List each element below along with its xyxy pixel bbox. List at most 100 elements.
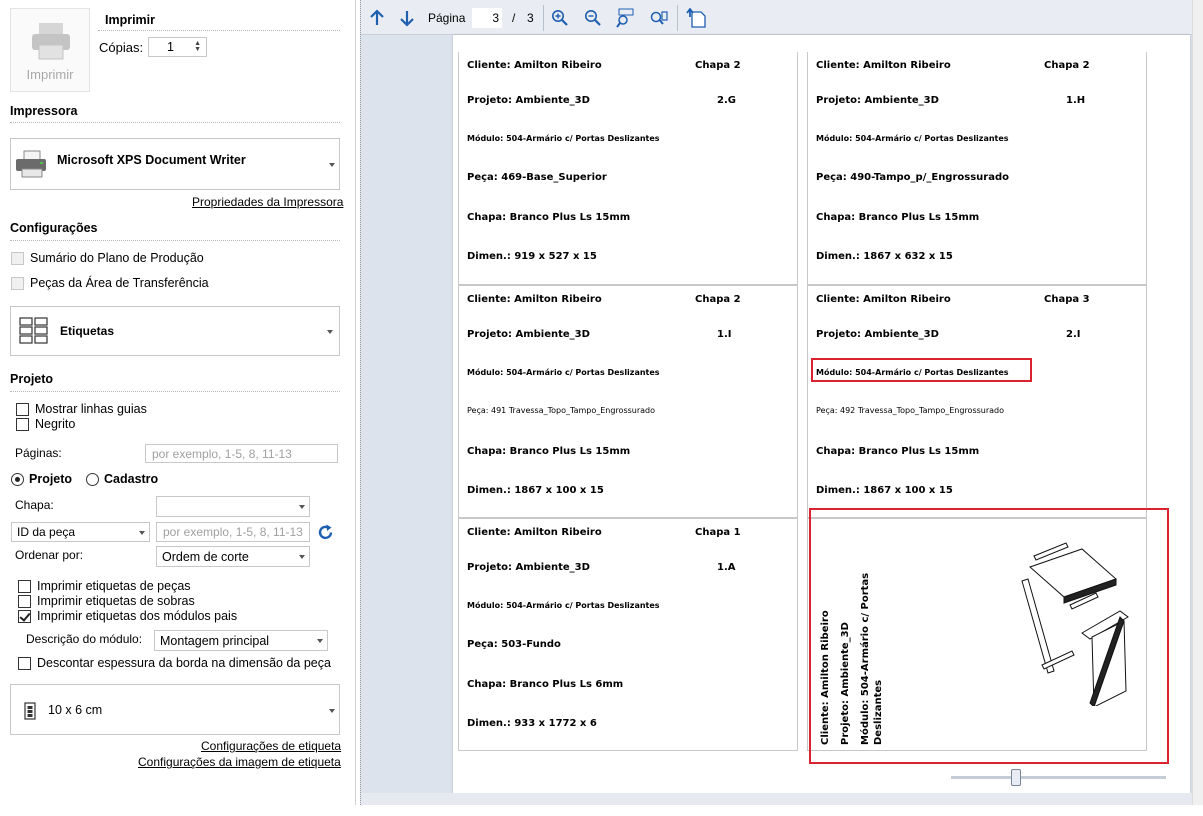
transfer-checkbox[interactable]	[11, 277, 24, 290]
chevron-down-icon	[139, 531, 145, 535]
pages-label: Páginas:	[15, 446, 62, 460]
divider	[10, 122, 340, 123]
zoom-fit-icon[interactable]	[648, 8, 670, 28]
print-button-label: Imprimir	[26, 67, 74, 82]
printer-device-icon	[16, 150, 46, 178]
status-strip	[0, 805, 1203, 816]
summary-label: Sumário do Plano de Produção	[30, 251, 204, 265]
summary-checkbox[interactable]	[11, 252, 24, 265]
sheet-select[interactable]	[156, 496, 310, 517]
print-module-labels-checkbox[interactable]	[18, 610, 31, 623]
order-label: Ordenar por:	[15, 548, 84, 562]
show-guides-label: Mostrar linhas guias	[35, 402, 147, 416]
label-dimen: Dimen.: 933 x 1772 x 6	[467, 718, 597, 729]
label-material: Chapa: Branco Plus Ls 6mm	[467, 679, 624, 690]
label-code: 2.G	[717, 95, 736, 106]
module-desc-select[interactable]: Montagem principal	[154, 630, 328, 651]
export-icon[interactable]	[685, 8, 707, 28]
page-input[interactable]: 3	[472, 8, 502, 28]
label-peca: Peça: 490-Tampo_p/_Engrossurado	[816, 172, 1010, 183]
chevron-down-icon	[327, 330, 333, 334]
label-chapa: Chapa 1	[695, 527, 741, 538]
print-leftover-labels-checkbox[interactable]	[18, 595, 31, 608]
zoom-slider-thumb[interactable]	[1010, 769, 1021, 786]
bold-label: Negrito	[35, 417, 76, 431]
label-chapa: Chapa 2	[695, 294, 741, 305]
page-current: 3	[492, 11, 499, 25]
report-type-value: Etiquetas	[60, 324, 115, 338]
project-radio[interactable]	[11, 473, 24, 486]
label-projeto: Projeto: Ambiente_3D	[467, 562, 590, 573]
label-modulo: Módulo: 504-Armário c/ Portas Deslizante…	[816, 134, 1009, 143]
label-size-icon	[24, 702, 36, 720]
preview-toolbar: Página 3 / 3	[361, 0, 1193, 35]
label-cliente: Cliente: Amilton Ribeiro	[467, 60, 602, 71]
pages-input[interactable]: por exemplo, 1-5, 8, 11-13	[145, 444, 338, 463]
register-radio[interactable]	[86, 473, 99, 486]
label-image-settings-link[interactable]: Configurações da imagem de etiqueta	[138, 755, 341, 769]
id-filter-input[interactable]: por exemplo, 1-5, 8, 11-13	[156, 522, 310, 542]
label-projeto: Projeto: Ambiente_3D	[816, 95, 939, 106]
arrow-up-icon[interactable]	[366, 8, 388, 28]
label-size-select[interactable]: 10 x 6 cm	[10, 684, 340, 735]
print-piece-labels-label: Imprimir etiquetas de peças	[37, 579, 191, 593]
arrow-down-icon[interactable]	[396, 8, 418, 28]
label-dimen: Dimen.: 919 x 527 x 15	[467, 251, 597, 262]
toolbar-divider	[677, 5, 678, 31]
label-cliente: Cliente: Amilton Ribeiro	[816, 294, 951, 305]
horizontal-scrollbar[interactable]	[361, 793, 1193, 805]
piece-label-card: Cliente: Amilton Ribeiro Chapa 2 Projeto: …	[458, 285, 798, 518]
zoom-100-icon[interactable]	[614, 8, 636, 28]
print-leftover-labels-label: Imprimir etiquetas de sobras	[37, 594, 195, 608]
vertical-scrollbar[interactable]	[1192, 0, 1203, 805]
page-total: 3	[527, 11, 534, 25]
zoom-in-icon[interactable]	[549, 8, 571, 28]
print-title: Imprimir	[105, 13, 156, 27]
label-material: Chapa: Branco Plus Ls 15mm	[467, 446, 631, 457]
zoom-out-icon[interactable]	[582, 8, 604, 28]
label-size-value: 10 x 6 cm	[48, 703, 103, 717]
stepper-arrows-icon[interactable]: ▲ ▼	[194, 40, 201, 53]
piece-label-card: Cliente: Amilton Ribeiro Chapa 1 Projeto: …	[458, 518, 798, 751]
label-cliente: Cliente: Amilton Ribeiro	[816, 60, 951, 71]
id-select[interactable]: ID da peça	[11, 522, 150, 542]
label-chapa: Chapa 2	[1044, 60, 1090, 71]
refresh-icon[interactable]	[316, 523, 335, 542]
print-preview: Página 3 / 3 Cliente: Amilton Ribeiro Cha…	[360, 0, 1193, 805]
print-button[interactable]: Imprimir	[10, 8, 90, 92]
labels-grid-icon	[19, 317, 48, 344]
label-modulo: Módulo: 504-Armário c/ Portas Deslizante…	[467, 368, 660, 377]
label-code: 1.I	[717, 329, 732, 340]
label-material: Chapa: Branco Plus Ls 15mm	[467, 212, 631, 223]
print-piece-labels-checkbox[interactable]	[18, 580, 31, 593]
config-section-title: Configurações	[10, 221, 98, 235]
copies-label: Cópias:	[99, 40, 144, 55]
toolbar-divider	[543, 5, 544, 31]
piece-label-card: Cliente: Amilton Ribeiro Chapa 2 Projeto: …	[458, 52, 798, 285]
label-peca: Peça: 469-Base_Superior	[467, 172, 607, 183]
order-select[interactable]: Ordem de corte	[156, 546, 310, 567]
divider	[98, 30, 340, 31]
label-peca: Peça: 491 Travessa_Topo_Tampo_Engrossura…	[467, 406, 656, 415]
chevron-down-icon	[329, 709, 335, 713]
printer-select[interactable]: Microsoft XPS Document Writer	[10, 138, 340, 190]
label-chapa: Chapa 3	[1044, 294, 1090, 305]
label-projeto: Projeto: Ambiente_3D	[467, 95, 590, 106]
label-projeto: Projeto: Ambiente_3D	[467, 329, 590, 340]
chevron-down-icon	[329, 163, 335, 167]
label-dimen: Dimen.: 1867 x 632 x 15	[816, 251, 953, 262]
copies-stepper[interactable]: 1 ▲ ▼	[148, 37, 207, 57]
printer-properties-link[interactable]: Propriedades da Impressora	[192, 195, 343, 209]
bold-checkbox[interactable]	[16, 418, 29, 431]
zoom-slider-track[interactable]	[951, 776, 1166, 779]
discount-border-checkbox[interactable]	[18, 657, 31, 670]
print-settings-panel: Imprimir Imprimir Cópias: 1 ▲ ▼ Impressor…	[0, 0, 356, 805]
report-type-select[interactable]: Etiquetas	[10, 306, 340, 356]
register-radio-label: Cadastro	[104, 472, 159, 486]
show-guides-checkbox[interactable]	[16, 403, 29, 416]
label-material: Chapa: Branco Plus Ls 15mm	[816, 212, 980, 223]
label-projeto: Projeto: Ambiente_3D	[816, 329, 939, 340]
piece-label-card: Cliente: Amilton Ribeiro Chapa 3 Projeto: …	[807, 285, 1147, 518]
label-settings-link[interactable]: Configurações de etiqueta	[201, 739, 341, 753]
print-module-labels-label: Imprimir etiquetas dos módulos pais	[37, 609, 238, 623]
